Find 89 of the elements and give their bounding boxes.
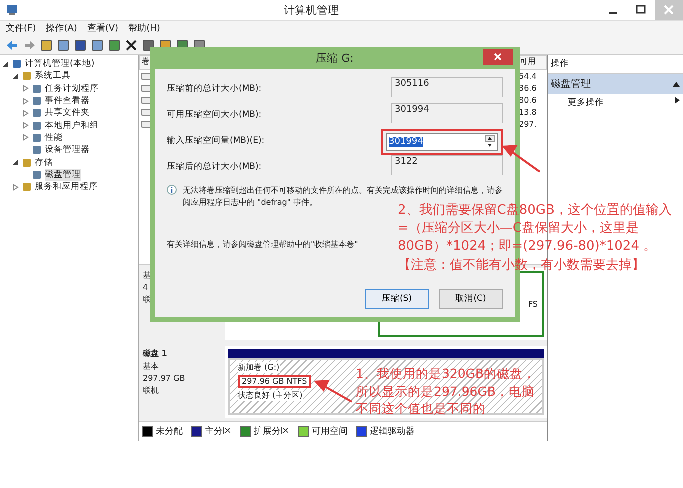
collapse-icon[interactable] [673, 82, 680, 86]
tree-item[interactable]: 存储 [35, 156, 53, 169]
delete-icon[interactable] [125, 38, 138, 52]
tree-node-icon [12, 59, 22, 70]
legend-label: 逻辑驱动器 [370, 426, 415, 438]
disk-name: 磁盘 1 [143, 348, 168, 360]
toolbar-icon[interactable] [57, 38, 70, 52]
tree-item[interactable]: 事件查看器 [45, 95, 90, 108]
input-field[interactable]: 301994 [386, 133, 498, 151]
disk-info: 4 [143, 283, 150, 292]
partition-name: 新加卷 (G:) [238, 362, 280, 374]
tree-item[interactable]: 设备管理器 [45, 144, 90, 156]
disk-size: 297.97 GB [143, 374, 186, 384]
expand-arrow-icon[interactable] [22, 134, 29, 142]
tree-node-icon [32, 132, 42, 143]
dialog-button[interactable]: 取消(C) [439, 289, 503, 309]
menu-item[interactable]: 操作(A) [46, 22, 78, 35]
table-cell-text: 36.6 [518, 82, 538, 94]
disk-info: 联 [143, 294, 152, 306]
expand-arrow-icon[interactable] [22, 85, 29, 92]
tree-node-icon [32, 145, 42, 156]
table-cell-text: 297. [518, 118, 538, 130]
legend-label: 可用空间 [312, 426, 348, 438]
spin-arrows-icon[interactable] [485, 135, 495, 149]
readonly-field: 305116 [391, 77, 503, 97]
tree-item[interactable]: 系统工具 [35, 70, 71, 82]
tree-node-icon [32, 84, 42, 94]
close-icon[interactable] [494, 53, 502, 61]
partition-info: FS [528, 300, 538, 309]
tree-node-icon [22, 71, 32, 82]
dialog-button[interactable]: 压缩(S) [365, 289, 429, 309]
toolbar-icon[interactable] [142, 38, 155, 52]
tree-node-icon [22, 182, 32, 192]
expand-arrow-icon[interactable] [22, 110, 29, 117]
disk-status: 联机 [143, 385, 160, 396]
tree-node-icon [32, 108, 42, 118]
tree-item[interactable]: 本地用户和组 [45, 120, 99, 132]
app-icon [6, 4, 18, 16]
menu-item[interactable]: 查看(V) [87, 22, 119, 35]
partition[interactable]: 新加卷 (G:) 297.96 GB NTFS 状态良好 (主分区) 1、我使用的是320GB的磁盘，所以显示的是297.96GB，电脑不同这个值也是不同的 [228, 358, 544, 415]
tree-item[interactable]: 磁盘管理 [45, 168, 81, 181]
tree-node-icon [32, 120, 42, 131]
tree-node-icon [22, 158, 32, 168]
legend-label: 主分区 [205, 426, 232, 438]
field-label: 压缩前的总计大小(MB): [167, 83, 262, 95]
tree-node-icon [32, 96, 42, 106]
menu-item[interactable]: 文件(F) [6, 22, 36, 35]
readonly-field: 3122 [391, 155, 503, 175]
partition-state: 状态良好 (主分区) [238, 390, 303, 402]
expand-arrow-icon[interactable] [12, 184, 19, 191]
field-label: 可用压缩空间大小(MB): [167, 109, 262, 121]
collapse-arrow-icon[interactable] [12, 72, 19, 80]
toolbar-icon[interactable] [91, 38, 104, 52]
help-text: 有关详细信息，请参阅磁盘管理帮助中的"收缩基本卷" [167, 239, 358, 250]
forward-icon[interactable] [23, 38, 36, 52]
tree-item[interactable]: 服务和应用程序 [35, 181, 98, 194]
table-cell-text: 54.4 [518, 70, 538, 82]
legend-label: 扩展分区 [254, 426, 290, 438]
expand-arrow-icon[interactable] [22, 98, 29, 105]
toolbar-icon[interactable] [108, 38, 121, 52]
disk-info: 基 [143, 270, 152, 282]
tree-item[interactable]: 性能 [45, 132, 63, 144]
field-label: 输入压缩空间量(MB)(E): [167, 135, 265, 147]
back-icon[interactable] [6, 38, 19, 52]
legend-label: 未分配 [156, 426, 183, 438]
window-title: 计算机管理 [283, 2, 340, 18]
dialog-title: 压缩 G: [316, 50, 354, 66]
annotation-text: 1、我使用的是320GB的磁盘，所以显示的是297.96GB，电脑不同这个值也是不同的 [356, 365, 538, 418]
action-item[interactable]: 更多操作 [548, 94, 683, 112]
tree-item[interactable]: 任务计划程序 [45, 82, 99, 95]
tree-item[interactable]: 计算机管理(本地) [25, 58, 95, 70]
tree-item[interactable]: 共享文件夹 [45, 107, 90, 120]
info-icon [167, 185, 177, 195]
actions-section[interactable]: 磁盘管理 [548, 74, 683, 94]
field-label: 压缩后的总计大小(MB): [167, 161, 262, 173]
expand-arrow-icon[interactable] [22, 122, 29, 130]
tree-node-icon [32, 170, 42, 180]
menu-item[interactable]: 帮助(H) [128, 22, 160, 35]
readonly-field: 301994 [391, 103, 503, 123]
partition-size: 297.96 GB NTFS [240, 377, 310, 386]
toolbar-icon[interactable] [74, 38, 87, 52]
toolbar-icon[interactable] [40, 38, 53, 52]
table-cell-text: 80.6 [518, 94, 538, 106]
submenu-arrow-icon [675, 97, 680, 104]
collapse-arrow-icon[interactable] [2, 60, 9, 68]
column-header[interactable]: 可用 [517, 55, 547, 70]
table-cell-text: 13.8 [518, 106, 538, 118]
disk-type: 基本 [143, 361, 160, 372]
collapse-arrow-icon[interactable] [12, 159, 19, 166]
